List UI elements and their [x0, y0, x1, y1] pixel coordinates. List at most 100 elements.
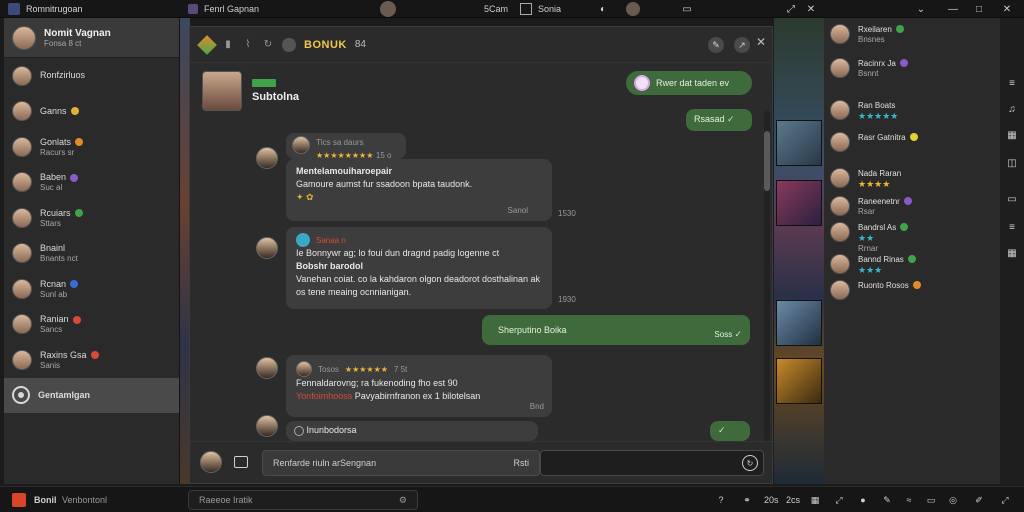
link-icon[interactable]: ⌇	[242, 39, 254, 51]
friend-item[interactable]: Ruonto Rosos	[830, 280, 921, 300]
message-meta: 7 5t	[393, 364, 408, 374]
game-thumbnail[interactable]	[776, 300, 822, 346]
message-outgoing[interactable]: Rsasad ✓	[686, 109, 752, 131]
avatar	[12, 25, 36, 50]
game-icon[interactable]: ◐	[596, 2, 610, 16]
message-input-secondary[interactable]	[540, 450, 764, 476]
search-input[interactable]: Raeeoe Iratik ⚙	[188, 490, 418, 510]
tab-sonia[interactable]: Sonia	[520, 0, 561, 18]
expand-icon[interactable]: ⤢	[784, 2, 798, 16]
message-incoming[interactable]: Sanaa n Ie Bonnywr ag; lo foui dun dragn…	[286, 227, 552, 309]
gift-icon[interactable]: ◫	[1006, 158, 1018, 170]
sidebar-item[interactable]: Rcnan Sunl ab	[4, 271, 179, 307]
contact-header[interactable]: Subtolna	[202, 71, 299, 111]
status-dot-icon	[72, 315, 81, 324]
game-logo-icon	[197, 34, 217, 55]
friend-item[interactable]: Racinrx Ja Bsnnt	[830, 58, 908, 78]
grid-icon[interactable]: ▦	[808, 493, 822, 507]
list-icon[interactable]: ≡	[1006, 78, 1018, 90]
minimize-window-icon[interactable]: —	[946, 2, 960, 16]
edit-icon[interactable]: ✎	[708, 37, 724, 53]
zoom-a: 20s	[764, 495, 779, 505]
message-outgoing[interactable]: ✓	[710, 421, 750, 441]
avatar	[830, 24, 850, 44]
friend-item[interactable]: Raneenetnr Rsar	[830, 196, 912, 216]
message-text: Rsasad	[694, 114, 725, 124]
profile-header[interactable]: Nomit Vagnan Fonsa 8 ct	[4, 18, 179, 58]
sidebar-item[interactable]: Baben Suc al	[4, 165, 179, 201]
record-icon[interactable]	[282, 37, 296, 52]
close-window-icon[interactable]: ✕	[1000, 2, 1014, 16]
camera-icon[interactable]: ◎	[946, 493, 960, 507]
friend-item[interactable]: Rxeilaren Bnsnes	[830, 24, 904, 44]
sidebar-item-label: Ganns	[40, 105, 67, 116]
refresh-icon[interactable]: ↻	[262, 39, 274, 51]
folder-icon[interactable]	[234, 456, 248, 468]
scrollbar-thumb[interactable]	[764, 131, 770, 191]
card-icon[interactable]: ▭	[1006, 194, 1018, 206]
sidebar-item-active[interactable]: Gentamlgan	[4, 377, 179, 413]
sidebar-item[interactable]: Ganns	[4, 94, 179, 130]
window-icon[interactable]: ▭	[680, 2, 694, 16]
sidebar-item-label: Rcnan	[40, 278, 67, 289]
pin-icon[interactable]: ▮	[222, 39, 234, 51]
message-timestamp: 1930	[558, 295, 576, 304]
settings-icon[interactable]: ↗	[734, 37, 750, 53]
circle-icon[interactable]: ●	[856, 493, 870, 507]
chat-header: ▮ ⌇ ↻ BONUK 84	[190, 27, 772, 63]
friend-item[interactable]: Rasr Gatnitra	[830, 132, 918, 152]
sidebar-item[interactable]: Ranian Sancs	[4, 307, 179, 343]
friend-item[interactable]: Ran Boats ★★★★★	[830, 100, 898, 122]
menu-icon[interactable]: ≡	[1006, 222, 1018, 234]
sidebar-item[interactable]: Raxins Gsa Sanis	[4, 342, 179, 378]
app-logo-icon[interactable]	[12, 493, 26, 507]
sidebar-item[interactable]: Rcuiars Sttars	[4, 200, 179, 236]
close-icon[interactable]: ✕	[756, 35, 766, 49]
wave-icon[interactable]: ≈	[902, 493, 916, 507]
message-outgoing[interactable]: Sherputino Boika Soss ✓	[482, 315, 750, 345]
bell-icon[interactable]: ♫	[1006, 104, 1018, 116]
message-incoming[interactable]: Tosos ★★★★★★ 7 5t Fennaldarovng; ra fukeno…	[286, 355, 552, 417]
tab-avatar[interactable]	[380, 0, 396, 18]
friend-item[interactable]: Bandrsl As ★★ Rrnar	[830, 222, 909, 253]
tab-5cam[interactable]: 5Cam	[484, 0, 508, 18]
avatar	[830, 280, 850, 300]
sidebar-item[interactable]: Gonlats Racurs sr	[4, 129, 179, 165]
expand-icon[interactable]: ⤢	[832, 493, 846, 507]
message-input[interactable]: Renfarde riuln arSengnan Rsti	[262, 450, 540, 476]
edit-icon[interactable]: ✐	[972, 493, 986, 507]
game-thumbnail[interactable]	[776, 180, 822, 226]
help-icon[interactable]: ?	[714, 493, 728, 507]
pen-icon[interactable]: ✎	[880, 493, 894, 507]
sidebar-item-label: Bnainl	[40, 243, 66, 254]
link-icon[interactable]: ⚭	[740, 493, 754, 507]
avatar	[256, 237, 278, 259]
friend-item[interactable]: Nada Raran ★★★★	[830, 168, 901, 190]
sidebar-item[interactable]: Ronfzirluos	[4, 58, 179, 94]
avatar	[12, 136, 32, 157]
message-incoming[interactable]: Inunbodorsa	[286, 421, 538, 441]
close-panel-icon[interactable]: ✕	[804, 2, 818, 16]
message-incoming[interactable]: Mentelamouiharoepair Gamoure aumst fur s…	[286, 159, 552, 221]
user-badge-icon	[296, 233, 310, 247]
game-thumbnail[interactable]	[776, 358, 822, 404]
send-icon[interactable]: ↻	[742, 455, 758, 471]
screen-icon[interactable]: ▭	[924, 493, 938, 507]
message-outgoing[interactable]: Rwer dat taden ev	[626, 71, 752, 95]
avatar-icon[interactable]	[626, 2, 640, 16]
table-icon[interactable]: ▦	[1006, 248, 1018, 260]
rating-stars: ★★★★	[858, 179, 891, 189]
maximize-icon[interactable]: □	[972, 2, 986, 16]
friend-sub: Rsar	[858, 207, 875, 216]
minimize-icon[interactable]: ⌄	[914, 2, 928, 16]
game-thumbnail[interactable]	[776, 120, 822, 166]
grid-icon[interactable]: ▦	[1006, 130, 1018, 142]
scrollbar[interactable]	[764, 111, 770, 441]
tab-fenrl[interactable]: Fenrl Gapnan	[188, 0, 259, 18]
friend-item[interactable]: Bannd Rinas ★★★	[830, 254, 916, 276]
sidebar-item[interactable]: Bnainl Bnants nct	[4, 236, 179, 272]
settings-icon: ⚙	[398, 494, 407, 505]
fullscreen-icon[interactable]: ⤢	[998, 493, 1012, 507]
message-title: Mentelamouiharoepair	[296, 166, 393, 176]
message-text: Inunbodorsa	[306, 425, 357, 435]
